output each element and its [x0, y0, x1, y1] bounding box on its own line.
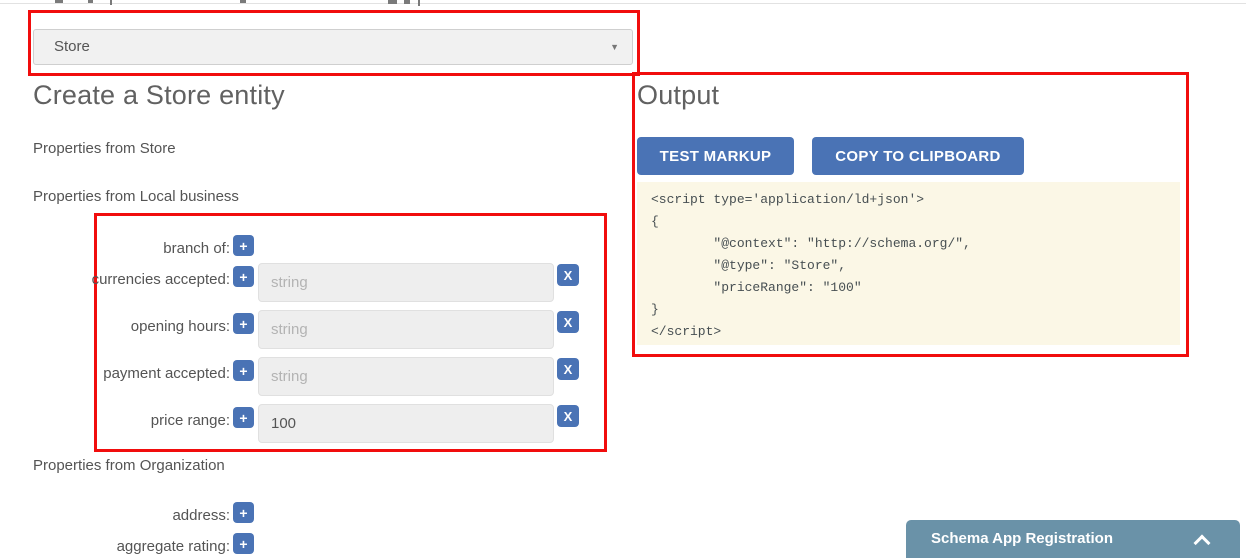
remove-property-button[interactable]: X: [557, 358, 579, 380]
code-line: "@context": "http://schema.org/",: [651, 236, 971, 251]
field-label: aggregate rating:: [116, 538, 230, 555]
code-line: <script type='application/ld+json'>: [651, 192, 925, 207]
field-label: address:: [172, 507, 230, 524]
chevron-up-icon: [1193, 534, 1211, 552]
field-label: price range:: [150, 412, 230, 429]
code-line: }: [651, 302, 659, 317]
section-label-local-business: Properties from Local business: [33, 188, 239, 205]
code-line: {: [651, 214, 659, 229]
add-property-button[interactable]: +: [233, 266, 254, 287]
code-line: "@type": "Store",: [651, 258, 847, 273]
schema-generator-page: Store ▼ Create a Store entity Properties…: [0, 0, 1246, 558]
currencies-accepted-input[interactable]: [258, 263, 554, 302]
registration-widget-title: Schema App Registration: [931, 530, 1113, 547]
copy-to-clipboard-button[interactable]: COPY TO CLIPBOARD: [812, 137, 1024, 175]
payment-accepted-input[interactable]: [258, 357, 554, 396]
page-title: Create a Store entity: [33, 80, 285, 110]
price-range-input[interactable]: [258, 404, 554, 443]
field-row-opening-hours: opening hours: + X: [0, 310, 620, 351]
field-label: opening hours:: [130, 318, 230, 335]
code-line: </script>: [651, 324, 722, 339]
top-divider-line: [0, 3, 1246, 4]
field-row-currencies-accepted: currencies accepted: + X: [0, 263, 620, 304]
remove-property-button[interactable]: X: [557, 264, 579, 286]
add-property-button[interactable]: +: [233, 360, 254, 381]
schema-type-select[interactable]: Store ▼: [33, 29, 633, 65]
schema-type-selected-value: Store: [54, 38, 90, 55]
section-label-organization: Properties from Organization: [33, 457, 225, 474]
add-property-button[interactable]: +: [233, 502, 254, 523]
add-property-button[interactable]: +: [233, 313, 254, 334]
field-row-price-range: price range: + X: [0, 404, 620, 445]
add-property-button[interactable]: +: [233, 533, 254, 554]
opening-hours-input[interactable]: [258, 310, 554, 349]
field-row-payment-accepted: payment accepted: + X: [0, 357, 620, 398]
output-title: Output: [637, 80, 720, 110]
field-label: branch of:: [163, 240, 230, 257]
test-markup-button[interactable]: TEST MARKUP: [637, 137, 794, 175]
remove-property-button[interactable]: X: [557, 311, 579, 333]
field-row-aggregate-rating: aggregate rating: +: [0, 533, 620, 558]
section-label-store: Properties from Store: [33, 140, 176, 157]
add-property-button[interactable]: +: [233, 235, 254, 256]
caret-down-icon: ▼: [610, 42, 619, 52]
schema-app-registration-widget[interactable]: Schema App Registration: [906, 520, 1240, 558]
remove-property-button[interactable]: X: [557, 405, 579, 427]
code-line: "priceRange": "100": [651, 280, 862, 295]
jsonld-output-code: <script type='application/ld+json'> { "@…: [637, 182, 1180, 345]
field-label: currencies accepted:: [91, 271, 230, 288]
field-label: payment accepted:: [103, 365, 230, 382]
add-property-button[interactable]: +: [233, 407, 254, 428]
